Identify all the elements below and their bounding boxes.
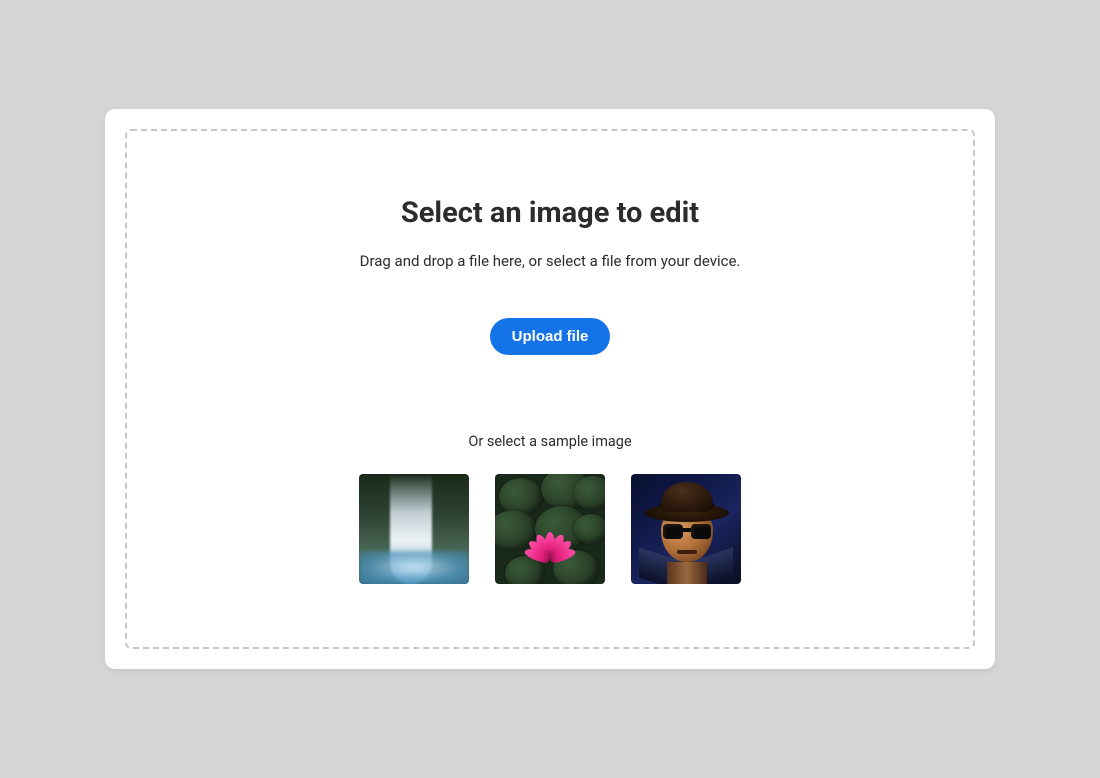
upload-card: Select an image to edit Drag and drop a …: [105, 109, 995, 669]
dropzone[interactable]: Select an image to edit Drag and drop a …: [125, 129, 975, 649]
sample-images-row: [359, 474, 741, 584]
page-title: Select an image to edit: [401, 196, 699, 230]
upload-file-button[interactable]: Upload file: [490, 318, 611, 355]
subtitle-text: Drag and drop a file here, or select a f…: [360, 252, 741, 270]
sample-image-waterfall[interactable]: [359, 474, 469, 584]
sample-image-lotus[interactable]: [495, 474, 605, 584]
sample-label: Or select a sample image: [468, 433, 631, 450]
sample-image-portrait[interactable]: [631, 474, 741, 584]
